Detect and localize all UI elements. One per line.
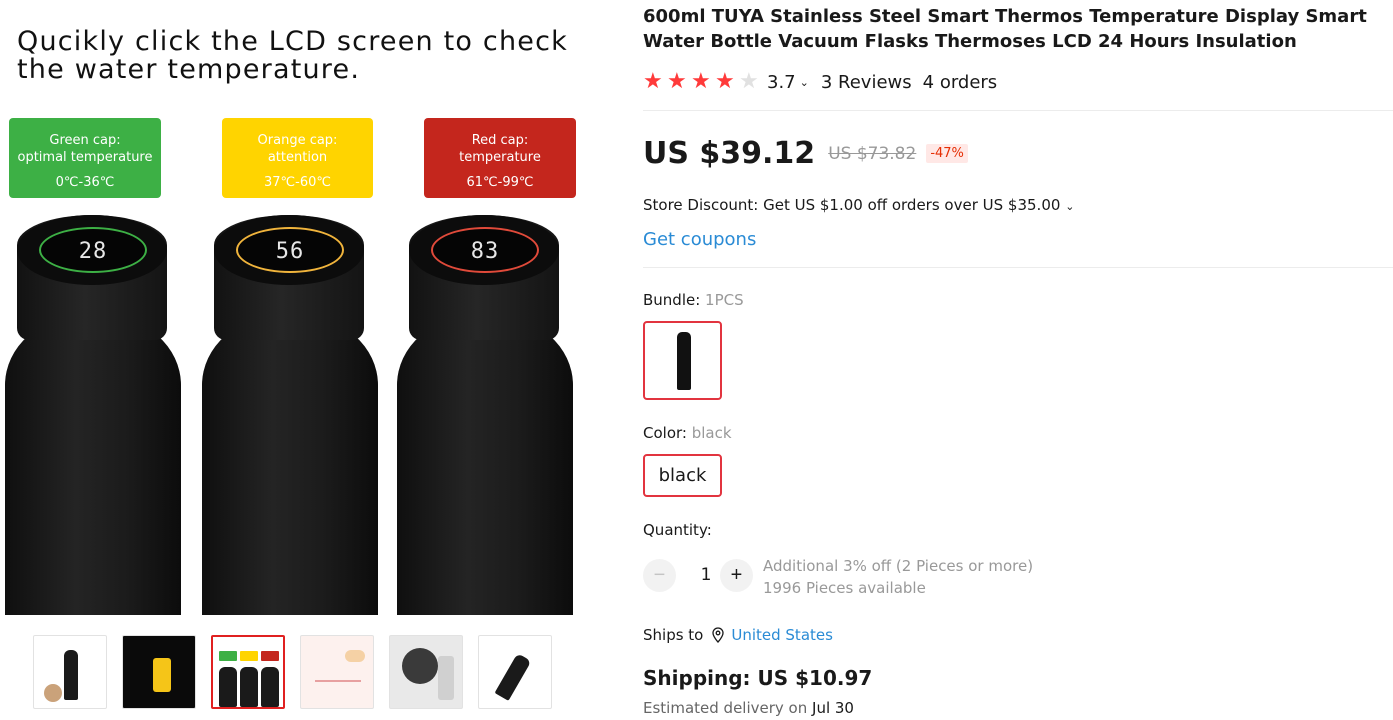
rating-row: ★ ★ ★ ★ ★ 3.7 ⌄ 3 Reviews 4 orders — [643, 70, 997, 94]
bundle-label: Bundle: 1PCS — [643, 291, 744, 309]
bundle-value: 1PCS — [705, 291, 744, 309]
lcd-ring: 56 — [236, 227, 344, 273]
decrease-quantity-button[interactable]: − — [643, 558, 676, 592]
color-label: Color: black — [643, 424, 732, 442]
location-pin-icon — [712, 627, 725, 643]
thumbnail-6[interactable] — [478, 635, 552, 709]
bottle-lid: 83 — [409, 215, 559, 340]
product-title: 600ml TUYA Stainless Steel Smart Thermos… — [643, 6, 1367, 52]
star-full-icon: ★ — [643, 69, 663, 94]
bundle-option-1pcs[interactable] — [643, 321, 722, 400]
green-cap-label: Green cap: optimal temperature 0℃-36℃ — [9, 118, 161, 198]
cap-range: 37℃-60℃ — [264, 175, 331, 190]
delivery-date: Jul 30 — [812, 699, 854, 717]
red-cap-label: Red cap: temperature 61℃-99℃ — [424, 118, 576, 198]
chevron-down-icon[interactable]: ⌄ — [800, 76, 809, 89]
ships-to-label: Ships to — [643, 626, 704, 644]
rating-value[interactable]: 3.7 — [767, 72, 796, 93]
star-full-icon: ★ — [715, 69, 735, 94]
cap-desc: optimal temperature — [17, 150, 153, 165]
original-price: US $73.82 — [828, 143, 917, 164]
lcd-reading: 83 — [470, 239, 500, 264]
ships-to-row: Ships to United States — [643, 626, 833, 644]
price-row: US $39.12 US $73.82 -47% — [643, 136, 968, 171]
orange-cap-label: Orange cap: attention 37℃-60℃ — [222, 118, 373, 198]
discount-badge: -47% — [926, 144, 968, 163]
product-gallery: Qucikly click the LCD screen to check th… — [0, 0, 600, 720]
bottle-thumbnail-icon — [677, 332, 691, 390]
lid-top: 83 — [409, 215, 559, 285]
main-product-image[interactable]: Qucikly click the LCD screen to check th… — [0, 0, 590, 620]
star-full-icon: ★ — [667, 69, 687, 94]
bottle-body — [5, 315, 181, 615]
bottle-body — [202, 315, 378, 615]
increase-quantity-button[interactable]: + — [720, 558, 753, 592]
lcd-ring: 28 — [39, 227, 147, 273]
store-discount-text: Store Discount: Get US $1.00 off orders … — [643, 196, 1061, 214]
bottle-lid: 28 — [17, 215, 167, 340]
chevron-down-icon: ⌄ — [1065, 200, 1075, 213]
lid-top: 28 — [17, 215, 167, 285]
current-price: US $39.12 — [643, 136, 816, 171]
quantity-note: Additional 3% off (2 Pieces or more) 199… — [763, 555, 1033, 599]
bottle-lid: 56 — [214, 215, 364, 340]
thumbnail-4[interactable] — [300, 635, 374, 709]
orders-count: 4 orders — [922, 71, 998, 93]
color-option-black[interactable]: black — [643, 454, 722, 497]
quantity-stepper: − 1 + — [643, 557, 753, 593]
bottle-body — [397, 315, 573, 615]
image-banner-text: Qucikly click the LCD screen to check th… — [17, 26, 568, 85]
stock-available: 1996 Pieces available — [763, 579, 926, 597]
thumbnail-2[interactable] — [122, 635, 196, 709]
cap-desc: temperature — [459, 150, 541, 165]
store-discount[interactable]: Store Discount: Get US $1.00 off orders … — [643, 196, 1074, 214]
quantity-label: Quantity: — [643, 521, 712, 539]
divider — [643, 110, 1393, 111]
color-label-text: Color: — [643, 424, 692, 442]
get-coupons-link[interactable]: Get coupons — [643, 229, 756, 250]
bundle-label-text: Bundle: — [643, 291, 706, 309]
cap-title: Orange cap: — [257, 133, 338, 148]
star-full-icon: ★ — [691, 69, 711, 94]
ship-country-link[interactable]: United States — [731, 626, 833, 644]
cap-range: 61℃-99℃ — [466, 175, 534, 190]
delivery-prefix: Estimated delivery on — [643, 699, 808, 717]
thumbnail-1[interactable] — [33, 635, 107, 709]
reviews-link[interactable]: 3 Reviews — [821, 72, 912, 93]
lcd-reading: 56 — [275, 239, 305, 264]
estimated-delivery: Estimated delivery on Jul 30 — [643, 699, 854, 717]
shipping-cost: Shipping: US $10.97 — [643, 666, 873, 690]
lid-top: 56 — [214, 215, 364, 285]
cap-title: Red cap: — [471, 133, 529, 148]
thumbnail-3[interactable] — [211, 635, 285, 709]
bulk-discount-note: Additional 3% off (2 Pieces or more) — [763, 557, 1034, 575]
lcd-reading: 28 — [78, 239, 108, 264]
cap-desc: attention — [267, 150, 328, 165]
cap-title: Green cap: — [49, 133, 121, 148]
cap-range: 0℃-36℃ — [55, 175, 115, 190]
star-empty-icon: ★ — [739, 69, 759, 94]
lcd-ring: 83 — [431, 227, 539, 273]
thumbnail-5[interactable] — [389, 635, 463, 709]
divider — [643, 267, 1393, 268]
color-value: black — [691, 424, 732, 442]
